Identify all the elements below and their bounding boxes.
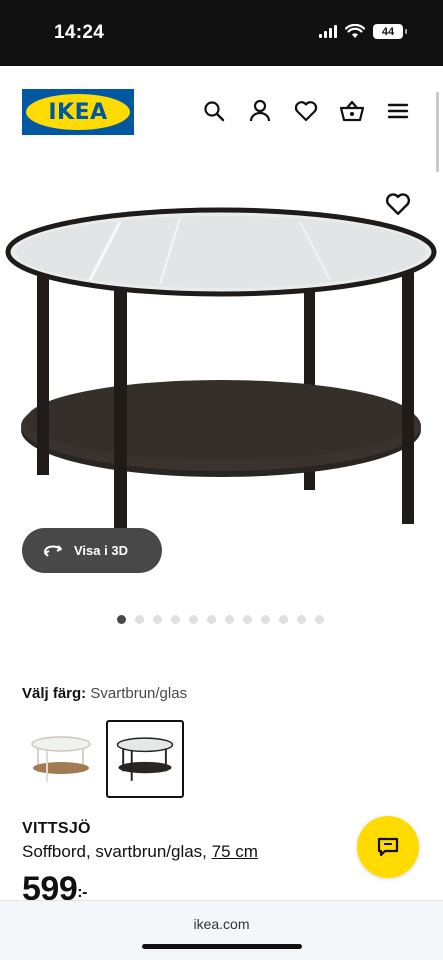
price-suffix: :- [77,884,87,901]
view-3d-label: Visa i 3D [74,543,128,558]
cart-icon[interactable] [337,96,367,126]
search-icon[interactable] [199,96,229,126]
pagination-dot[interactable] [225,615,234,624]
logo-text: IKEA [48,99,108,125]
favorites-icon[interactable] [291,96,321,126]
pagination-dot[interactable] [243,615,252,624]
color-option-white-oak[interactable] [22,720,100,798]
battery-icon: 44 [373,24,407,39]
color-value: Svartbrun/glas [90,685,188,702]
pagination-dot[interactable] [261,615,270,624]
pagination-dot[interactable] [135,615,144,624]
ikea-logo[interactable]: IKEA [22,89,134,135]
chat-icon [377,837,399,857]
pagination-dot[interactable] [279,615,288,624]
status-time: 14:24 [54,22,105,43]
color-selector-label: Välj färg: Svartbrun/glas [22,685,187,702]
pagination-dot[interactable] [207,615,216,624]
header-icons [199,96,413,126]
logo-oval: IKEA [26,94,130,130]
pagination-dot[interactable] [171,615,180,624]
account-icon[interactable] [245,96,275,126]
home-indicator[interactable] [142,944,302,949]
status-icons: 44 [319,24,407,39]
image-pagination [117,615,324,624]
menu-icon[interactable] [383,96,413,126]
chat-button[interactable] [357,816,419,878]
product-description: Soffbord, svartbrun/glas, 75 cm [22,842,258,862]
browser-url-bar[interactable]: ikea.com [0,900,443,960]
product-name: VITTSJÖ [22,820,91,837]
pagination-dot[interactable] [189,615,198,624]
favorite-heart-icon[interactable] [385,192,411,218]
rotate-3d-icon [44,544,62,557]
url-text: ikea.com [193,916,250,932]
product-description-text: Soffbord, svartbrun/glas, [22,842,212,861]
color-label: Välj färg: [22,685,87,702]
view-3d-button[interactable]: Visa i 3D [22,528,162,573]
color-option-black-brown[interactable] [106,720,184,798]
pagination-dot[interactable] [153,615,162,624]
pagination-dot[interactable] [315,615,324,624]
status-bar: 14:24 44 [0,0,443,66]
signal-icon [319,25,337,38]
pagination-dot[interactable] [297,615,306,624]
site-header: IKEA [0,66,443,156]
battery-level: 44 [381,25,395,38]
pagination-dot[interactable] [117,615,126,624]
wifi-icon [345,24,365,38]
size-link[interactable]: 75 cm [212,842,258,861]
